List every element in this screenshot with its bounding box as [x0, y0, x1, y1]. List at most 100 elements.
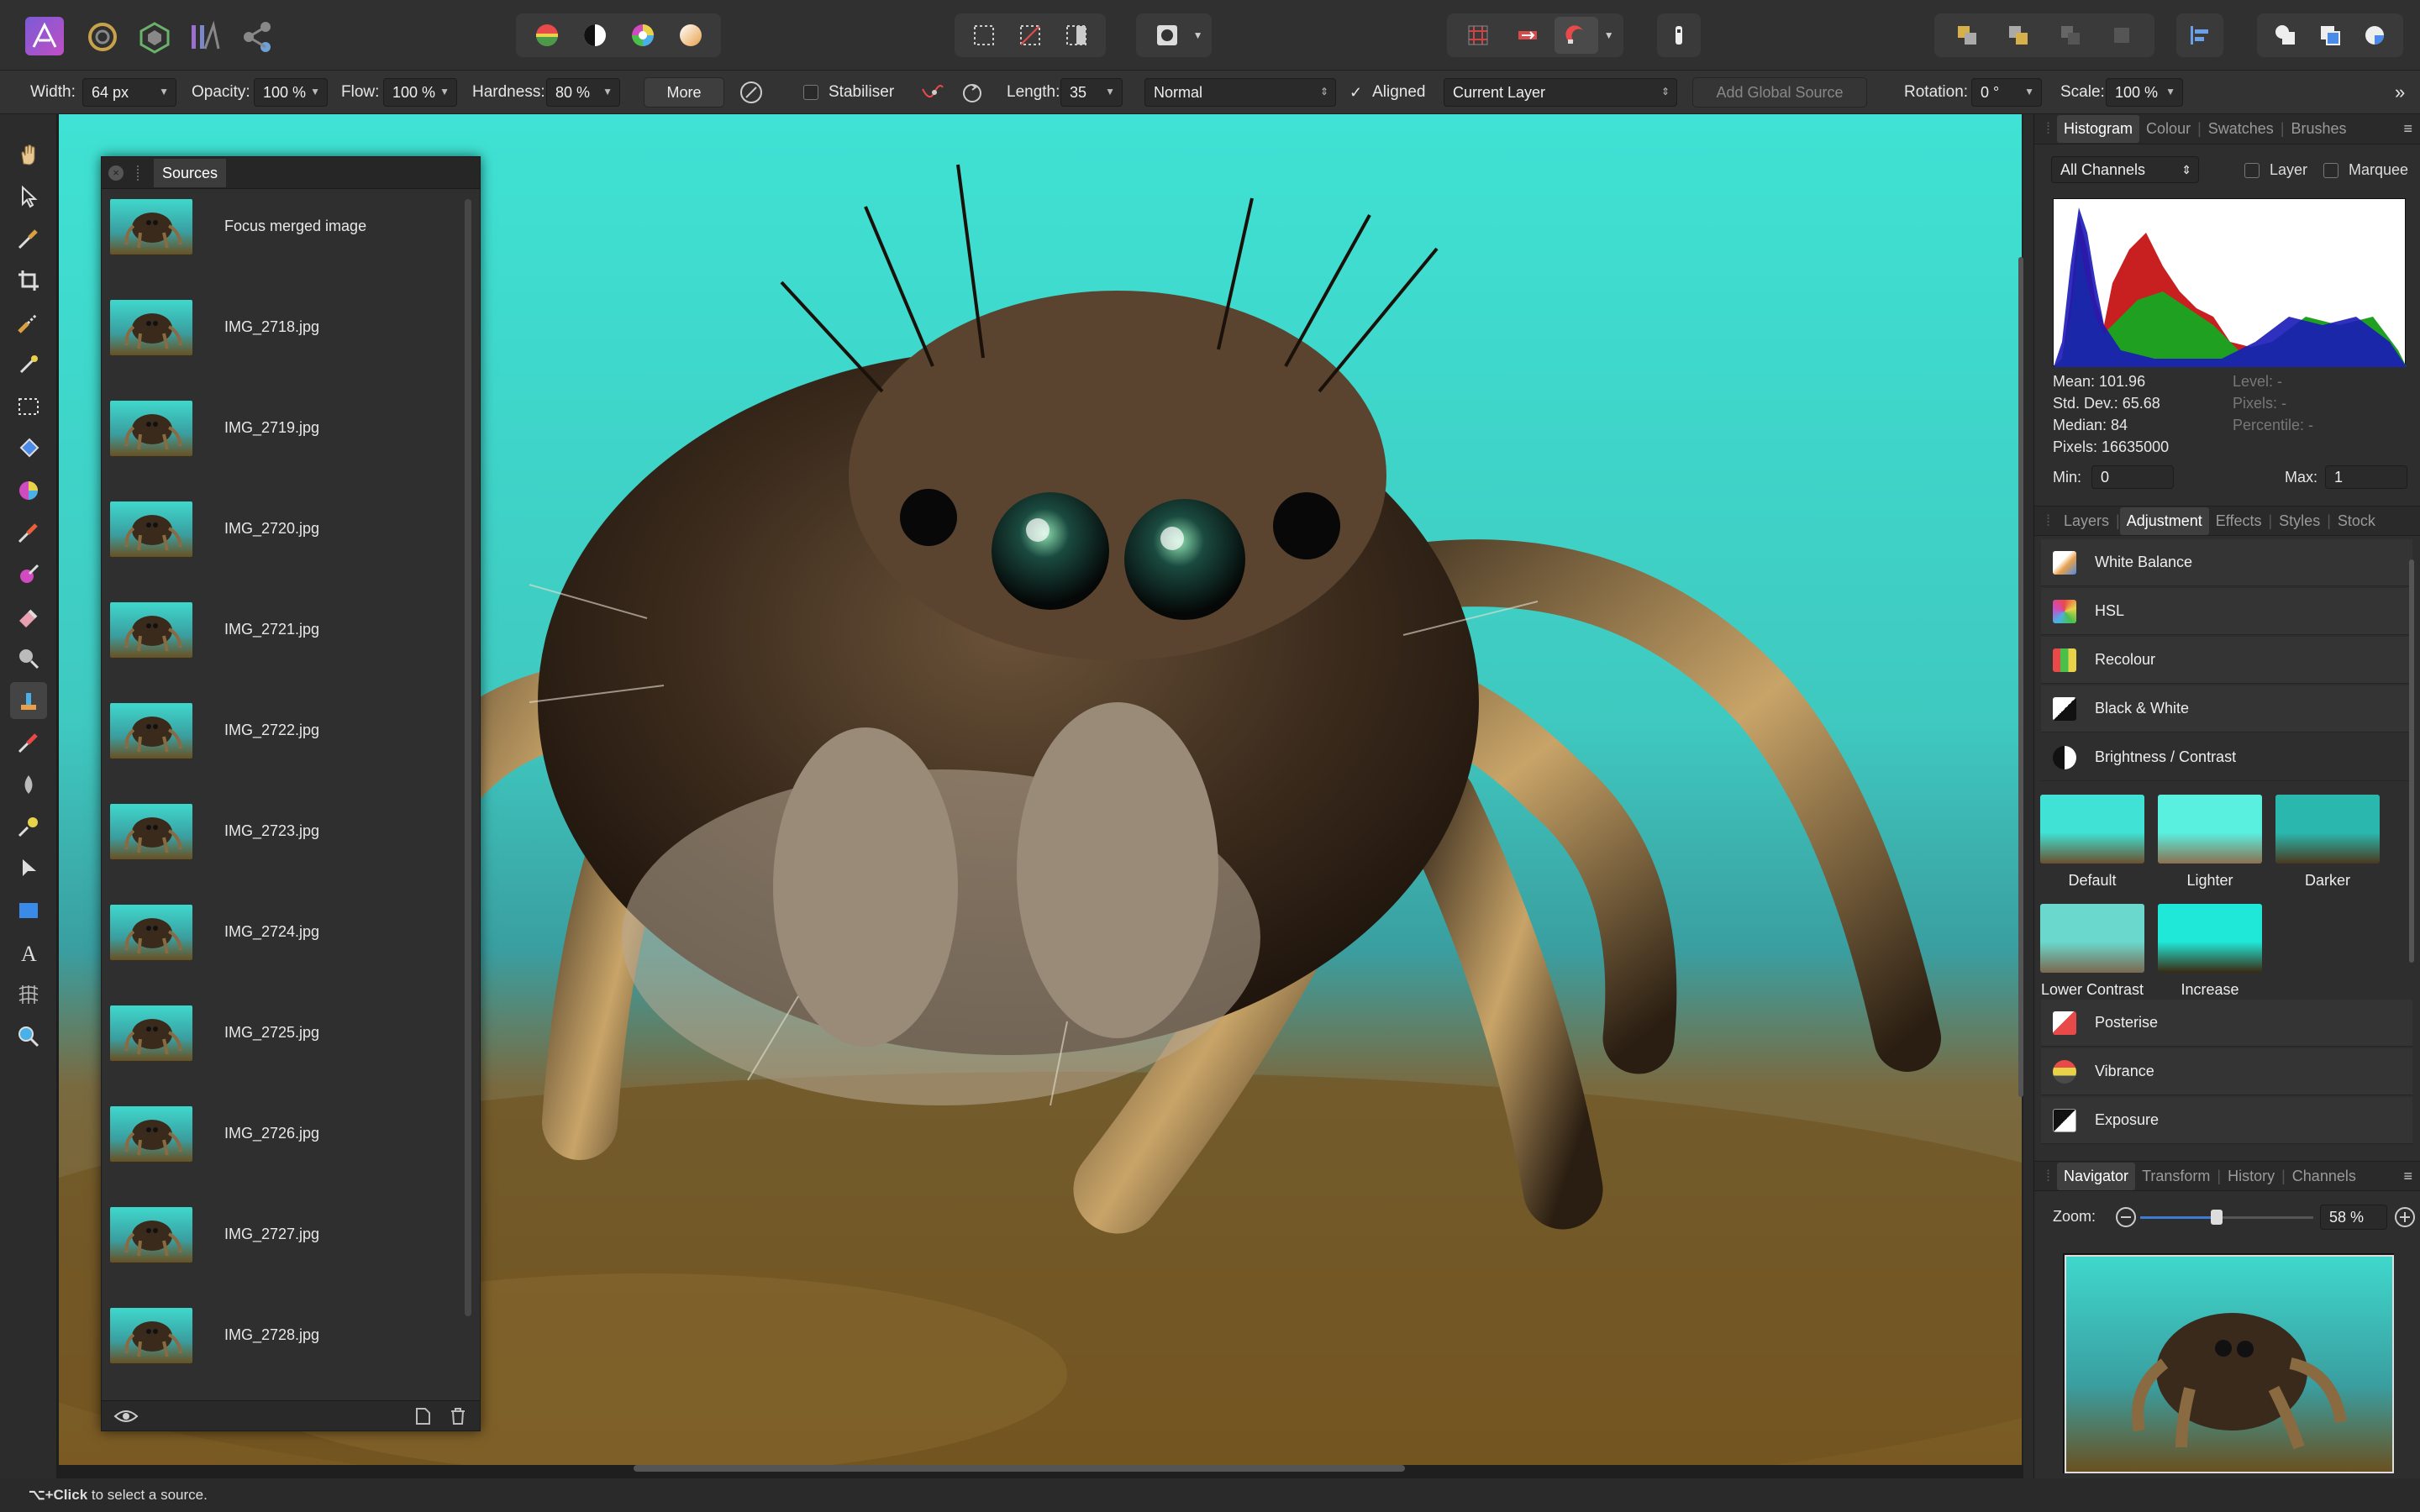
tab-styles[interactable]: Styles [2272, 512, 2327, 530]
color-picker-icon[interactable] [10, 220, 47, 257]
stabiliser-checkbox[interactable] [803, 85, 818, 100]
move-forward-one-icon[interactable] [2049, 17, 2092, 54]
close-icon[interactable]: × [108, 165, 124, 181]
chevron-down-icon[interactable]: ▼ [1193, 29, 1203, 41]
chevron-down-icon[interactable]: ▼ [1604, 29, 1614, 41]
force-pressure-icon[interactable] [738, 79, 765, 106]
white-balance-icon[interactable] [669, 17, 713, 54]
tab-histogram[interactable]: Histogram [2057, 115, 2140, 143]
marquee-toggle[interactable]: Marquee [2323, 161, 2408, 179]
checkmark-icon[interactable]: ✓ [1349, 84, 1362, 102]
tab-transform[interactable]: Transform [2135, 1168, 2217, 1185]
source-item[interactable]: IMG_2719.jpg [110, 397, 455, 465]
adjustment-brightness-contrast[interactable]: Brightness / Contrast [2041, 734, 2412, 781]
zoom-field[interactable]: 58 % [2320, 1205, 2387, 1230]
crop-tool-icon[interactable] [10, 262, 47, 299]
select-all-icon[interactable] [962, 17, 1006, 54]
smudge-brush-icon[interactable] [10, 808, 47, 845]
source-item[interactable]: IMG_2722.jpg [110, 700, 455, 767]
preset-darker[interactable]: Darker [2275, 795, 2381, 890]
adjustment-scrollbar[interactable] [2409, 559, 2414, 963]
drag-handle-icon[interactable] [137, 165, 144, 181]
source-item[interactable]: IMG_2721.jpg [110, 599, 455, 666]
move-tool-icon[interactable] [10, 178, 47, 215]
tab-navigator[interactable]: Navigator [2057, 1162, 2136, 1190]
zoom-slider[interactable] [2140, 1206, 2313, 1228]
flow-field[interactable]: 100 % ▼ [383, 78, 457, 107]
selection-brush-icon[interactable] [10, 304, 47, 341]
source-item[interactable]: Focus merged image [110, 196, 455, 263]
tab-brushes[interactable]: Brushes [2285, 120, 2354, 138]
source-item[interactable]: IMG_2720.jpg [110, 498, 455, 565]
source-item[interactable]: IMG_2723.jpg [110, 801, 455, 868]
tab-layers[interactable]: Layers [2057, 512, 2116, 530]
adjustment-black-white[interactable]: Black & White [2041, 685, 2412, 732]
deselect-icon[interactable] [1008, 17, 1052, 54]
flood-select-icon[interactable] [10, 346, 47, 383]
source-item[interactable]: IMG_2718.jpg [110, 297, 455, 364]
grid-icon[interactable] [1456, 17, 1500, 54]
opacity-field[interactable]: 100 % ▼ [254, 78, 328, 107]
snapping-magnet-icon[interactable] [1555, 17, 1599, 54]
window-mode-icon[interactable] [960, 81, 985, 106]
erase-brush-icon[interactable] [10, 598, 47, 635]
stabiliser-toggle[interactable]: Stabiliser [803, 71, 894, 114]
contrast-icon[interactable] [573, 17, 617, 54]
develop-persona-icon[interactable] [136, 18, 173, 55]
tab-colour[interactable]: Colour [2139, 120, 2197, 138]
source-item[interactable]: IMG_2727.jpg [110, 1204, 455, 1271]
levels-icon[interactable] [525, 17, 569, 54]
affinity-photo-persona-icon[interactable] [25, 17, 64, 55]
healing-brush-icon[interactable] [10, 724, 47, 761]
blur-brush-icon[interactable] [10, 766, 47, 803]
export-persona-icon[interactable] [239, 18, 276, 55]
gradient-tool-icon[interactable] [10, 472, 47, 509]
adjustment-hsl[interactable]: HSL [2041, 588, 2412, 635]
move-back-one-icon[interactable] [1996, 17, 2040, 54]
tab-channels[interactable]: Channels [2286, 1168, 2363, 1185]
layer-toggle[interactable]: Layer [2244, 161, 2307, 179]
force-pixel-alignment-icon[interactable] [1506, 17, 1549, 54]
sources-scrollbar[interactable] [465, 199, 471, 1316]
zoom-tool-icon[interactable] [10, 1018, 47, 1055]
assistant-icon[interactable] [1657, 17, 1701, 54]
preset-default[interactable]: Default [2039, 795, 2145, 890]
layer-checkbox[interactable] [2244, 162, 2260, 178]
more-button[interactable]: More [644, 77, 724, 108]
tab-swatches[interactable]: Swatches [2202, 120, 2281, 138]
move-to-back-icon[interactable] [1945, 17, 1989, 54]
preset-lower-contrast[interactable]: Lower Contrast [2039, 904, 2145, 999]
source-item[interactable]: IMG_2724.jpg [110, 901, 455, 969]
panel-menu-icon[interactable]: ≡ [2396, 1168, 2420, 1185]
channel-select[interactable]: All Channels ⇕ [2051, 156, 2199, 183]
add-source-icon[interactable] [413, 1406, 433, 1426]
min-field[interactable]: 0 [2091, 465, 2174, 489]
align-left-icon[interactable] [2178, 17, 2222, 54]
adjustment-recolour[interactable]: Recolour [2041, 637, 2412, 684]
node-tool-icon[interactable] [10, 850, 47, 887]
marquee-checkbox[interactable] [2323, 162, 2338, 178]
rotation-field[interactable]: 0 ° ▼ [1971, 78, 2042, 107]
horizontal-scrollbar[interactable] [634, 1465, 1405, 1472]
flood-fill-icon[interactable] [10, 430, 47, 467]
eye-icon[interactable] [113, 1406, 139, 1426]
rope-mode-icon[interactable] [919, 81, 944, 106]
add-shape-icon[interactable] [2264, 17, 2307, 54]
mesh-warp-icon[interactable] [10, 976, 47, 1013]
sources-tab[interactable]: Sources [154, 159, 227, 187]
hardness-field[interactable]: 80 % ▼ [546, 78, 620, 107]
dodge-tool-icon[interactable] [10, 640, 47, 677]
trash-icon[interactable] [448, 1406, 468, 1426]
width-field[interactable]: 64 px ▼ [82, 78, 176, 107]
subtract-shape-icon[interactable] [2308, 17, 2352, 54]
blend-mode-select[interactable]: Normal ⇕ [1144, 78, 1336, 107]
intersect-shape-icon[interactable] [2353, 17, 2396, 54]
source-item[interactable]: IMG_2728.jpg [110, 1305, 455, 1372]
adjustment-vibrance[interactable]: Vibrance [2041, 1048, 2412, 1095]
colour-balance-icon[interactable] [621, 17, 665, 54]
preset-lighter[interactable]: Lighter [2157, 795, 2263, 890]
adjustment-posterise[interactable]: Posterise [2041, 1000, 2412, 1047]
rectangle-tool-icon[interactable] [10, 892, 47, 929]
adjustment-exposure[interactable]: Exposure [2041, 1097, 2412, 1144]
max-field[interactable]: 1 [2325, 465, 2407, 489]
